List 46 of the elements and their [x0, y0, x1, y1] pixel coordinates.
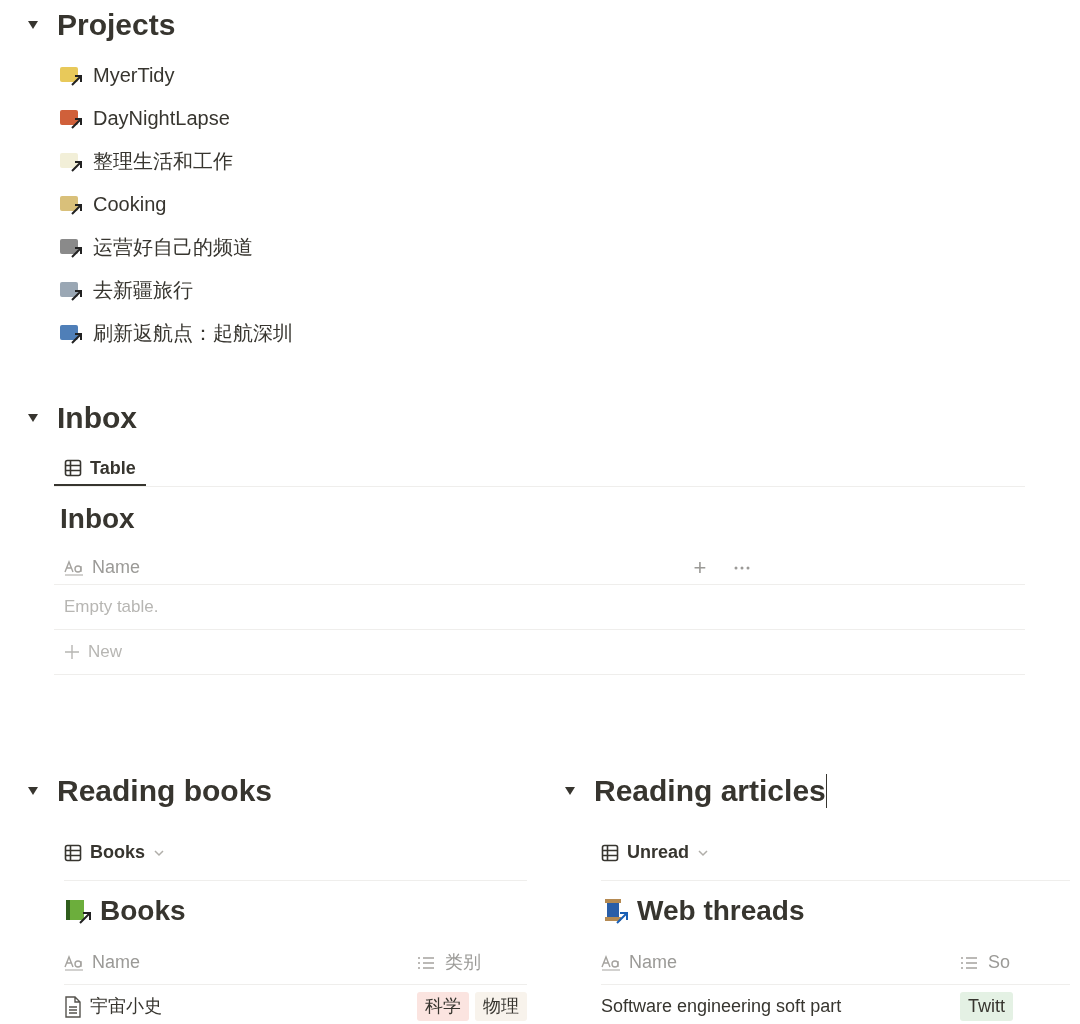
- column-header: Name: [92, 556, 140, 579]
- chevron-down-icon: [153, 848, 165, 857]
- tag: 科学: [417, 992, 469, 1021]
- text-property-icon: [64, 559, 84, 576]
- page-link[interactable]: DayNightLapse: [59, 96, 1080, 139]
- toggle-icon[interactable]: [27, 19, 39, 31]
- section-heading: Projects: [57, 10, 176, 40]
- text-cursor: [825, 774, 828, 808]
- view-selector[interactable]: Unread: [601, 839, 709, 866]
- document-icon: [64, 995, 82, 1018]
- page-link[interactable]: 整理生活和工作: [59, 139, 1080, 182]
- text-property-icon: [64, 954, 84, 971]
- database-title: Books: [100, 894, 186, 928]
- page-link[interactable]: MyerTidy: [59, 53, 1080, 96]
- table-cell-text: Software engineering soft part: [601, 995, 842, 1018]
- text-property-icon: [601, 954, 621, 971]
- book-link-icon: [64, 897, 94, 925]
- list-property-icon: [417, 955, 435, 970]
- chevron-down-icon: [697, 848, 709, 857]
- tag: 物理: [475, 992, 527, 1021]
- column-header: Name: [629, 951, 677, 974]
- page-link[interactable]: Cooking: [59, 182, 1080, 225]
- table-cell-text: 宇宙小史: [90, 995, 162, 1018]
- column-header: Name: [92, 951, 140, 974]
- page-link[interactable]: 刷新返航点：起航深圳: [59, 311, 1080, 354]
- table-icon: [601, 843, 619, 862]
- toggle-icon[interactable]: [564, 785, 576, 797]
- list-property-icon: [960, 955, 978, 970]
- database-title: Inbox: [59, 502, 136, 536]
- section-heading: Reading books: [57, 776, 273, 806]
- view-selector[interactable]: Books: [64, 839, 165, 866]
- column-header: So: [988, 951, 1011, 974]
- database-title: Web threads: [637, 894, 805, 928]
- toggle-icon[interactable]: [27, 785, 39, 797]
- table-icon: [64, 459, 82, 477]
- empty-table-text: Empty table.: [64, 596, 159, 619]
- page-link[interactable]: 去新疆旅行: [59, 268, 1080, 311]
- column-header: 类别: [445, 951, 481, 974]
- toggle-icon[interactable]: [27, 412, 39, 424]
- tag: Twitt: [960, 992, 1013, 1021]
- section-heading: Inbox: [57, 403, 137, 433]
- plus-icon: [64, 644, 80, 660]
- table-icon: [64, 843, 82, 862]
- section-heading: Reading articles: [594, 776, 826, 806]
- view-tab[interactable]: Table: [54, 452, 146, 486]
- page-link[interactable]: 运营好自己的频道: [59, 225, 1080, 268]
